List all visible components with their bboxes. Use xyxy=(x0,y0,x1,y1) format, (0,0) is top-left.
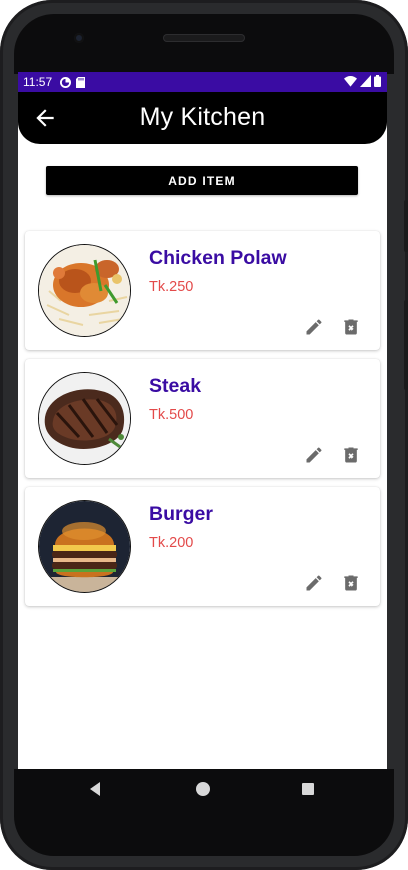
food-item-card[interactable]: Burger Tk.200 xyxy=(25,487,380,606)
phone-frame: 11:57 My Kitchen ADD ITEM Chicken Polaw … xyxy=(0,0,408,870)
data-saver-icon xyxy=(60,76,72,88)
item-name: Burger xyxy=(149,503,213,525)
delete-icon[interactable] xyxy=(341,317,361,337)
item-price: Tk.250 xyxy=(149,279,194,295)
food-item-card[interactable]: Chicken Polaw Tk.250 xyxy=(25,231,380,350)
status-time: 11:57 xyxy=(23,75,53,89)
earpiece-speaker xyxy=(163,34,245,42)
nav-back-icon[interactable] xyxy=(88,781,104,797)
add-item-button[interactable]: ADD ITEM xyxy=(46,166,358,195)
item-price: Tk.500 xyxy=(149,407,194,423)
app-screen: 11:57 My Kitchen ADD ITEM Chicken Polaw … xyxy=(18,72,387,769)
edit-icon[interactable] xyxy=(304,573,324,593)
food-item-card[interactable]: Steak Tk.500 xyxy=(25,359,380,478)
page-title: My Kitchen xyxy=(139,103,266,131)
delete-icon[interactable] xyxy=(341,573,361,593)
volume-rocker xyxy=(404,300,408,390)
nav-home-icon[interactable] xyxy=(196,782,210,796)
item-name: Steak xyxy=(149,375,202,397)
top-bezel xyxy=(14,14,394,74)
delete-icon[interactable] xyxy=(341,445,361,465)
front-camera xyxy=(74,33,84,43)
system-nav-bar xyxy=(14,769,394,809)
edit-icon[interactable] xyxy=(304,317,324,337)
item-name: Chicken Polaw xyxy=(149,247,287,269)
bottom-bezel xyxy=(14,809,394,856)
steak-photo xyxy=(38,372,131,465)
burger-photo xyxy=(38,500,131,593)
app-bar: My Kitchen xyxy=(18,92,387,144)
signal-icon xyxy=(360,75,371,87)
status-bar: 11:57 xyxy=(18,72,387,92)
item-price: Tk.200 xyxy=(149,535,194,551)
sd-card-icon xyxy=(76,76,86,88)
wifi-icon xyxy=(344,76,357,87)
chicken-polaw-photo xyxy=(38,244,131,337)
power-button xyxy=(404,200,408,252)
battery-icon xyxy=(374,75,381,87)
edit-icon[interactable] xyxy=(304,445,324,465)
nav-recents-icon[interactable] xyxy=(302,783,314,795)
